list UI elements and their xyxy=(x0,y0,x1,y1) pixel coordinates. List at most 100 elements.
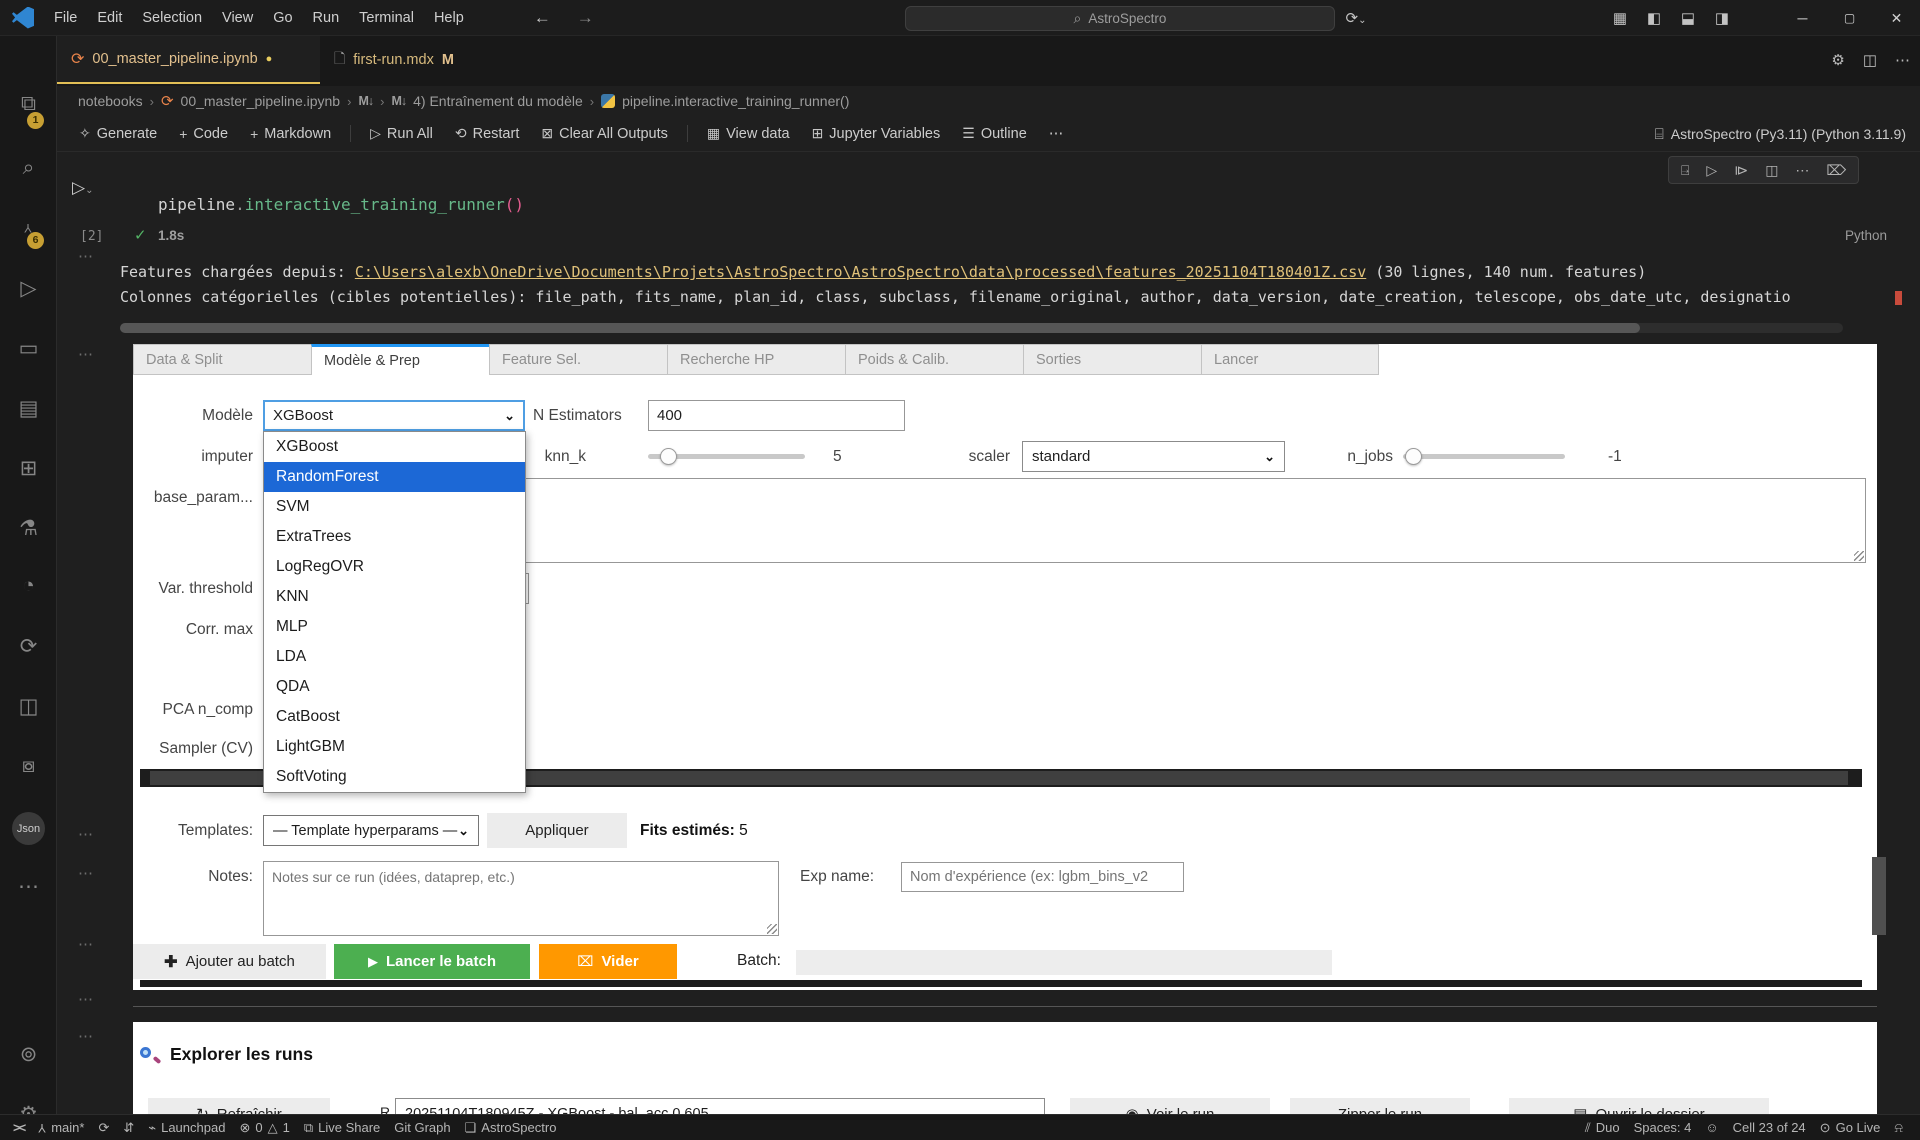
crumb-symbol[interactable]: pipeline.interactive_training_runner() xyxy=(622,93,849,109)
cell-position-item[interactable]: Cell 23 of 24 xyxy=(1726,1120,1813,1135)
dropdown-option[interactable]: LDA xyxy=(264,642,525,672)
feedback-smiley-icon[interactable]: ☺ xyxy=(1698,1120,1725,1135)
clear-batch-button[interactable]: ⌧Vider xyxy=(539,944,677,979)
view-data-button[interactable]: ▦View data xyxy=(698,125,799,142)
generate-button[interactable]: ✧Generate xyxy=(70,125,166,142)
dropdown-option[interactable]: LightGBM xyxy=(264,732,525,762)
clear-outputs-button[interactable]: ⊠Clear All Outputs xyxy=(532,125,677,142)
panel-left-icon[interactable]: ◧ xyxy=(1637,9,1671,27)
menu-go[interactable]: Go xyxy=(263,0,302,36)
toolbar-more-icon[interactable]: ⋯ xyxy=(1040,126,1073,142)
menu-run[interactable]: Run xyxy=(303,0,350,36)
spaces-item[interactable]: Spaces: 4 xyxy=(1627,1120,1699,1135)
output-hscrollbar[interactable] xyxy=(120,323,1843,333)
dropdown-option[interactable]: ExtraTrees xyxy=(264,522,525,552)
widget-tab-poids-calib[interactable]: Poids & Calib. xyxy=(845,344,1023,375)
tab-first-run[interactable]: 🗋 first-run.mdx M xyxy=(320,36,470,84)
modele-select[interactable]: XGBoost⌄ xyxy=(263,400,525,431)
gutter-more-icon[interactable]: ⋯ xyxy=(78,345,94,363)
notebook-settings-icon[interactable]: ⚙ xyxy=(1831,51,1844,69)
add-markdown-button[interactable]: +Markdown xyxy=(241,126,340,142)
command-search-box[interactable]: ⌕ AstroSpectro xyxy=(905,6,1335,31)
widget-tab-data-split[interactable]: Data & Split xyxy=(133,344,311,375)
gutter-more-icon[interactable]: ⋯ xyxy=(78,935,94,953)
gitlens-icon[interactable]: ⟳ xyxy=(0,634,57,659)
list-icon[interactable]: ⇵ xyxy=(116,1120,141,1136)
widget-tab-recherche-hp[interactable]: Recherche HP xyxy=(667,344,845,375)
testing-icon[interactable]: ⚗ xyxy=(0,516,57,541)
crumb-file[interactable]: 00_master_pipeline.ipynb xyxy=(181,93,341,109)
add-to-batch-button[interactable]: ✚Ajouter au batch xyxy=(133,944,326,979)
live-share-item[interactable]: ⧉Live Share xyxy=(297,1120,387,1136)
resize-handle[interactable] xyxy=(767,924,777,934)
problems-item[interactable]: ⊗0△1 xyxy=(232,1120,296,1136)
menu-terminal[interactable]: Terminal xyxy=(349,0,424,36)
window-maximize-button[interactable]: ▢ xyxy=(1826,0,1873,36)
sync-dropdown-icon[interactable]: ⟳⌄ xyxy=(1339,9,1373,27)
n-jobs-slider-handle[interactable] xyxy=(1405,448,1422,465)
layout-grid-icon[interactable]: ▦ xyxy=(1603,9,1637,27)
git-branch-item[interactable]: Ymain* xyxy=(31,1120,91,1135)
launchpad-item[interactable]: ⌁Launchpad xyxy=(141,1120,232,1136)
nav-forward-icon[interactable]: → xyxy=(577,8,594,28)
json-extension-icon[interactable]: Json xyxy=(12,812,45,845)
cell-language[interactable]: Python xyxy=(1845,228,1887,243)
split-editor-icon[interactable]: ◫ xyxy=(1863,51,1877,69)
cell-more-icon[interactable]: ⋯ xyxy=(1795,162,1809,179)
run-debug-icon[interactable]: ▷ xyxy=(0,276,57,301)
run-batch-button[interactable]: ▶Lancer le batch xyxy=(334,944,530,979)
dropdown-option[interactable]: MLP xyxy=(264,612,525,642)
panel-right-icon[interactable]: ◨ xyxy=(1705,9,1739,27)
run-all-button[interactable]: ▷Run All xyxy=(361,125,442,142)
panel-bottom-icon[interactable]: ⬓ xyxy=(1671,9,1705,27)
output-hscrollbar-thumb[interactable] xyxy=(120,323,1640,333)
duo-item[interactable]: ⫽Duo xyxy=(1578,1120,1627,1136)
menu-selection[interactable]: Selection xyxy=(132,0,212,36)
n-jobs-slider[interactable] xyxy=(1403,454,1565,459)
extensions-icon[interactable]: ⊞ xyxy=(0,456,57,481)
exp-name-input[interactable] xyxy=(901,862,1184,892)
tab-master-pipeline[interactable]: ⟳ 00_master_pipeline.ipynb ● xyxy=(57,36,320,84)
menu-edit[interactable]: Edit xyxy=(87,0,132,36)
panel-bottom-scrollbar[interactable] xyxy=(140,980,1862,987)
window-close-button[interactable]: ✕ xyxy=(1873,0,1920,36)
approve-run-icon[interactable]: ⍈ xyxy=(1681,162,1689,179)
dropdown-option-highlighted[interactable]: RandomForest xyxy=(264,462,525,492)
dropdown-option[interactable]: SoftVoting xyxy=(264,762,525,792)
gutter-more-icon[interactable]: ⋯ xyxy=(78,990,94,1008)
csv-path-link[interactable]: C:\Users\alexb\OneDrive\Documents\Projet… xyxy=(355,263,1366,281)
scaler-select[interactable]: standard⌄ xyxy=(1022,441,1285,472)
workspace-item[interactable]: ❏AstroSpectro xyxy=(458,1120,564,1136)
more-views-icon[interactable]: ⋯ xyxy=(0,874,57,899)
n-estimators-input[interactable] xyxy=(648,400,905,431)
delete-cell-icon[interactable]: ⌦ xyxy=(1826,162,1846,179)
widget-tab-sorties[interactable]: Sorties xyxy=(1023,344,1201,375)
dropdown-option[interactable]: QDA xyxy=(264,672,525,702)
library-icon[interactable]: ▤ xyxy=(0,396,57,421)
dropdown-option[interactable]: SVM xyxy=(264,492,525,522)
dropdown-option[interactable]: CatBoost xyxy=(264,702,525,732)
dropdown-option[interactable]: LogRegOVR xyxy=(264,552,525,582)
kernel-picker[interactable]: ⌸ AstroSpectro (Py3.11) (Python 3.11.9) xyxy=(1655,116,1906,152)
outline-button[interactable]: ☰Outline xyxy=(953,125,1036,142)
run-cell-button[interactable]: ▷⌄ xyxy=(72,178,93,198)
dropdown-option[interactable]: XGBoost xyxy=(264,432,525,462)
gutter-more-icon[interactable]: ⋯ xyxy=(78,864,94,882)
widget-tab-lancer[interactable]: Lancer xyxy=(1201,344,1379,375)
run-above-icon[interactable]: ▷ xyxy=(1706,162,1717,179)
crumb-section[interactable]: 4) Entraînement du modèle xyxy=(413,93,583,109)
play-circle-icon[interactable]: ◔ xyxy=(0,574,57,598)
appliquer-button[interactable]: Appliquer xyxy=(487,813,627,848)
account-icon[interactable]: ⊚ xyxy=(0,1042,57,1067)
menu-file[interactable]: File xyxy=(44,0,87,36)
remote-indicator[interactable]: >< xyxy=(6,1120,31,1135)
search-sidebar-icon[interactable]: ⌕ xyxy=(0,156,57,180)
split-cell-icon[interactable]: ◫ xyxy=(1765,162,1778,179)
restart-button[interactable]: ⟲Restart xyxy=(446,125,528,142)
gutter-more-icon[interactable]: ⋯ xyxy=(78,825,94,843)
gutter-more-icon[interactable]: ⋯ xyxy=(78,247,94,265)
crumb-notebooks[interactable]: notebooks xyxy=(78,93,143,109)
widget-tab-modele-prep[interactable]: Modèle & Prep xyxy=(311,344,489,375)
notifications-bell-icon[interactable]: ⍾ xyxy=(1887,1120,1910,1136)
explorer-icon[interactable]: ⧉ xyxy=(0,92,57,116)
